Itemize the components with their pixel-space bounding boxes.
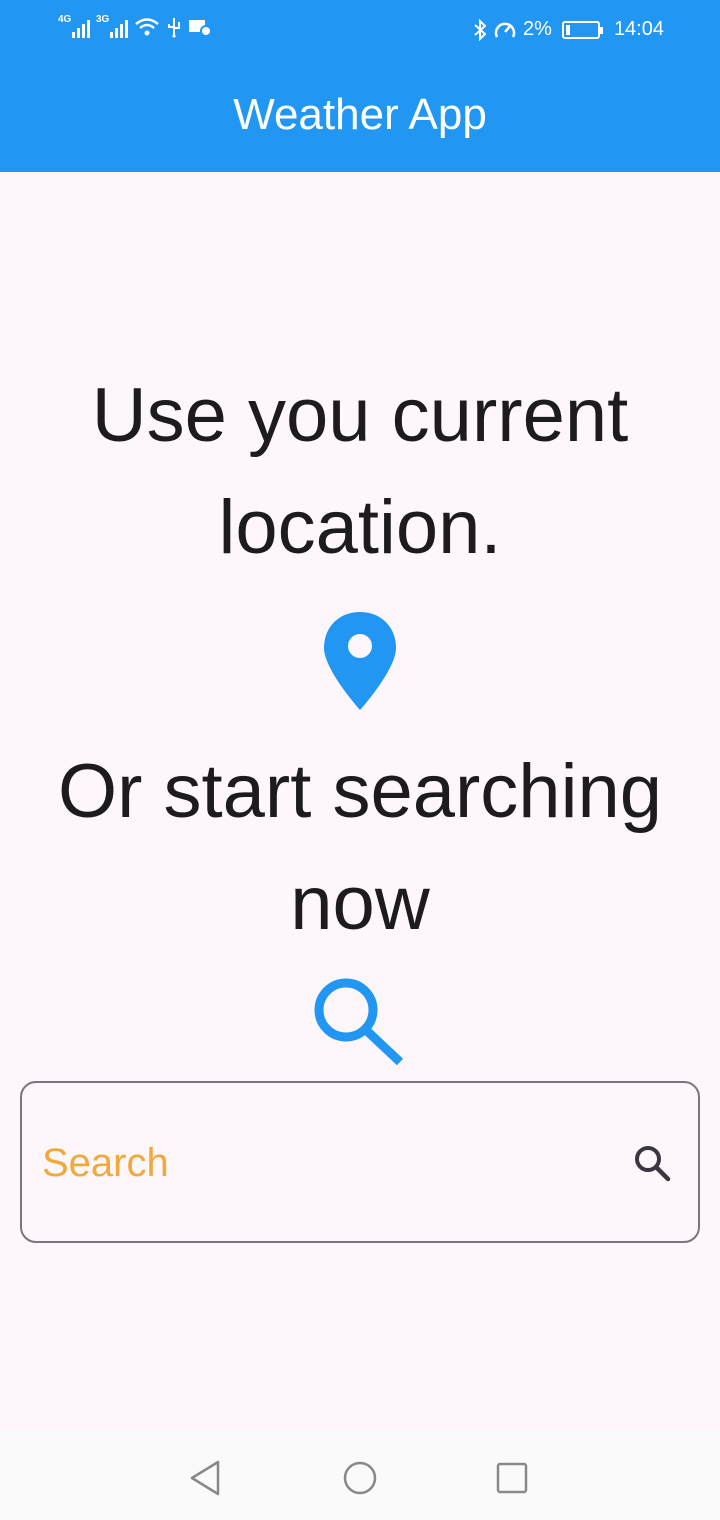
app-bar: 4G 3G 2% 14:04 Weather App [0, 0, 720, 172]
recent-apps-icon[interactable] [492, 1458, 532, 1498]
network-type-2: 3G [96, 14, 110, 25]
clock: 14:04 [613, 18, 664, 40]
search-field[interactable]: Search [20, 1081, 700, 1243]
cellular-signal-icon: 3G [96, 14, 128, 38]
location-pin-icon[interactable] [322, 610, 398, 712]
search-prompt: Or start searching now [58, 749, 662, 946]
usb-icon [168, 18, 180, 38]
status-bar: 4G 3G 2% 14:04 [0, 0, 720, 62]
system-nav-bar [0, 1430, 720, 1520]
mail-settings-icon [189, 20, 212, 37]
search-icon[interactable] [632, 1143, 672, 1183]
home-icon[interactable] [340, 1458, 380, 1498]
back-icon[interactable] [186, 1458, 226, 1498]
search-icon[interactable] [312, 976, 408, 1068]
wifi-icon [135, 18, 159, 36]
search-input[interactable] [40, 1083, 620, 1241]
speed-gauge-icon [494, 22, 516, 38]
network-type-1: 4G [58, 14, 72, 25]
bluetooth-icon [474, 18, 487, 41]
location-prompt: Use you current location. [91, 373, 629, 570]
cellular-signal-icon: 4G [58, 14, 90, 38]
battery-percent: 2% [523, 18, 552, 40]
battery-icon [561, 20, 603, 39]
app-title: Weather App [233, 90, 487, 139]
